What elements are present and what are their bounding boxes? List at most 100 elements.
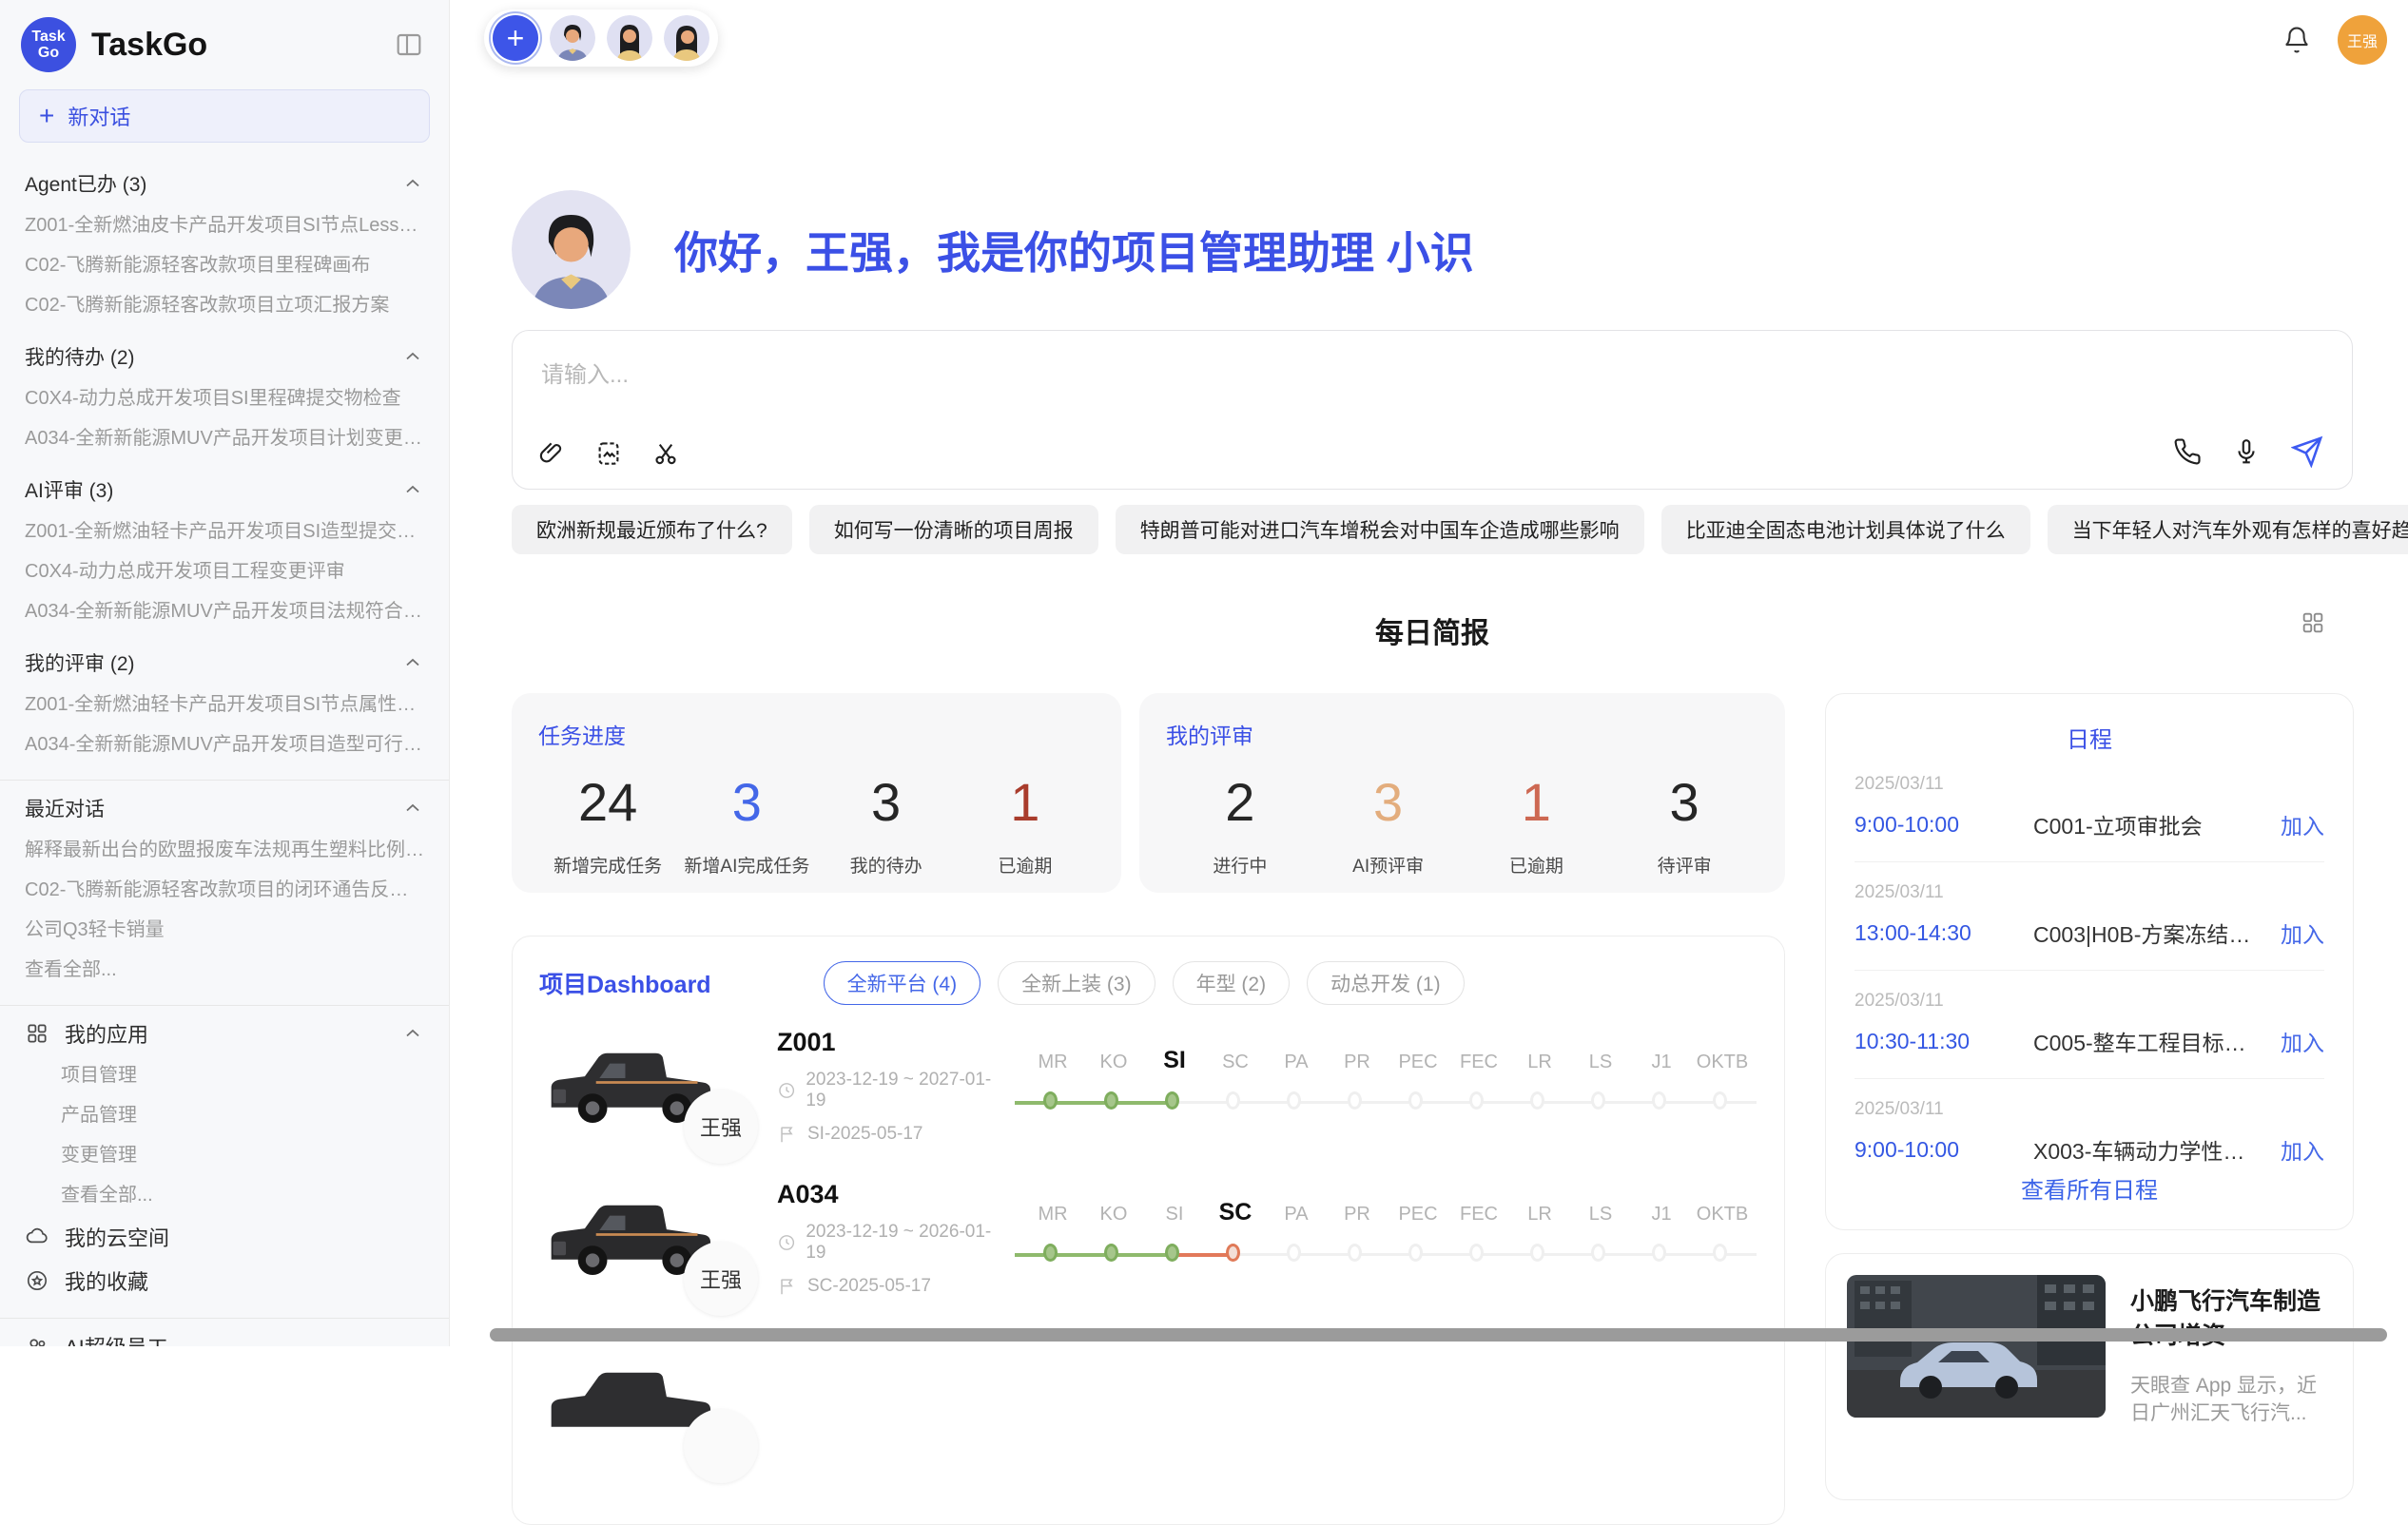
- news-subtitle: 天眼查 App 显示，近日广州汇天飞行汽...: [2130, 1372, 2332, 1428]
- logo-text-bottom: Go: [38, 45, 59, 61]
- voice-call-button[interactable]: [2173, 437, 2202, 466]
- list-item[interactable]: Z001-全新燃油皮卡产品开发项目SI节点Lesson Learn报告: [0, 205, 449, 245]
- list-item[interactable]: Z001-全新燃油轻卡产品开发项目SI节点属性5D文件评审: [0, 685, 449, 724]
- attach-button[interactable]: [537, 439, 566, 468]
- suggestion-chip[interactable]: 欧洲新规最近颁布了什么?: [512, 505, 792, 554]
- news-card[interactable]: 小鹏飞行汽车制造公司增资 天眼查 App 显示，近日广州汇天飞行汽...: [1825, 1253, 2354, 1500]
- view-all-chats[interactable]: 查看全部...: [0, 950, 449, 990]
- project-flag-milestone: SC-2025-05-17: [777, 1276, 996, 1297]
- project-row[interactable]: 王强 A034 2023-12-19 ~ 2026-01-19 SC-2025-…: [539, 1167, 1757, 1309]
- schedule-item: 2025/03/11 10:30-11:30 C005-整车工程目标评审 加入: [1855, 970, 2324, 1078]
- milestone-node: [1287, 1091, 1301, 1110]
- list-item[interactable]: C02-飞腾新能源轻客改款项目的闭环通告反馈情况: [0, 870, 449, 910]
- image-upload-button[interactable]: [594, 439, 623, 468]
- milestone-node: [1104, 1091, 1118, 1110]
- sidebar-item-cloud-space[interactable]: 我的云空间: [0, 1215, 449, 1259]
- stat-in-progress: 2 进行中: [1166, 771, 1314, 878]
- input-toolbar-right: [2173, 435, 2323, 468]
- schedule-title: 日程: [1855, 721, 2324, 754]
- horizontal-scrollbar[interactable]: [490, 1328, 2387, 1342]
- section-title: AI评审 (3): [25, 475, 113, 504]
- milestone-node: [1530, 1091, 1544, 1110]
- project-vehicle-image: [539, 1350, 720, 1460]
- suggestion-chip[interactable]: 比亚迪全固态电池计划具体说了什么: [1661, 505, 2030, 554]
- filter-new-platform[interactable]: 全新平台 (4): [824, 961, 981, 1005]
- cloud-space-label: 我的云空间: [65, 1222, 169, 1252]
- sidebar-item-product-mgmt[interactable]: 产品管理: [0, 1095, 449, 1135]
- filter-new-body[interactable]: 全新上装 (3): [998, 961, 1155, 1005]
- sidebar-item-ai-super-staff[interactable]: AI超级员工: [0, 1324, 449, 1346]
- join-meeting-link[interactable]: 加入: [2281, 808, 2324, 840]
- suggestion-chip[interactable]: 如何写一份清晰的项目周报: [809, 505, 1098, 554]
- milestone-node: [1591, 1091, 1605, 1110]
- input-placeholder: 请输入...: [541, 356, 2323, 389]
- suggestion-chip[interactable]: 当下年轻人对汽车外观有怎样的喜好趋势: [2048, 505, 2408, 554]
- project-row[interactable]: 王强 Z001 2023-12-19 ~ 2027-01-19 SI-2025-…: [539, 1014, 1757, 1157]
- milestone-node: [1408, 1244, 1423, 1262]
- list-item[interactable]: C02-飞腾新能源轻客改款项目立项汇报方案: [0, 285, 449, 325]
- sidebar-item-favorites[interactable]: 我的收藏: [0, 1259, 449, 1303]
- stat-value: 3: [817, 771, 956, 833]
- phone-icon: [2173, 437, 2202, 466]
- filter-powertrain[interactable]: 动总开发 (1): [1307, 961, 1465, 1005]
- schedule-meeting-title: C005-整车工程目标评审: [2033, 1025, 2265, 1057]
- filter-model-year[interactable]: 年型 (2): [1173, 961, 1291, 1005]
- sidebar-item-change-mgmt[interactable]: 变更管理: [0, 1135, 449, 1175]
- list-item[interactable]: A034-全新新能源MUV产品开发项目造型可行性评审: [0, 724, 449, 764]
- sidebar-item-my-apps[interactable]: 我的应用: [0, 1012, 449, 1055]
- stat-value: 3: [1610, 771, 1758, 833]
- chevron-up-icon: [401, 478, 424, 501]
- join-meeting-link[interactable]: 加入: [2281, 1133, 2324, 1166]
- section-my-review[interactable]: 我的评审 (2): [0, 641, 449, 685]
- microphone-button[interactable]: [2232, 437, 2261, 466]
- list-item[interactable]: C02-飞腾新能源轻客改款项目里程碑画布: [0, 245, 449, 285]
- list-item[interactable]: 公司Q3轻卡销量: [0, 910, 449, 950]
- sidebar-item-project-mgmt[interactable]: 项目管理: [0, 1055, 449, 1095]
- project-dates: 2023-12-19 ~ 2027-01-19: [777, 1070, 996, 1111]
- news-image: [1847, 1275, 2106, 1418]
- list-item[interactable]: C0X4-动力总成开发项目SI里程碑提交物检查: [0, 378, 449, 418]
- stat-value: 3: [677, 771, 816, 833]
- schedule-date: 2025/03/11: [1855, 991, 2324, 1012]
- section-agent-done[interactable]: Agent已办 (3): [0, 162, 449, 205]
- send-button[interactable]: [2291, 435, 2323, 468]
- project-flag-label: SC-2025-05-17: [807, 1276, 931, 1297]
- chat-input[interactable]: 请输入...: [512, 330, 2353, 490]
- briefing-layout-button[interactable]: [2300, 609, 2326, 636]
- dashboard-header: 项目Dashboard 全新平台 (4) 全新上装 (3) 年型 (2) 动总开…: [539, 961, 1757, 1005]
- card-title: 任务进度: [538, 718, 1095, 750]
- chevron-up-icon: [401, 1022, 424, 1045]
- project-row[interactable]: [539, 1334, 1757, 1477]
- join-meeting-link[interactable]: 加入: [2281, 917, 2324, 949]
- section-ai-review[interactable]: AI评审 (3): [0, 468, 449, 512]
- new-chat-button[interactable]: + 新对话: [19, 89, 430, 143]
- schedule-time: 13:00-14:30: [1855, 920, 2033, 946]
- star-circle-icon: [25, 1268, 49, 1293]
- milestone-node: [1104, 1244, 1118, 1262]
- list-item[interactable]: A034-全新新能源MUV产品开发项目法规符合性评审: [0, 591, 449, 631]
- section-my-todo[interactable]: 我的待办 (2): [0, 335, 449, 378]
- milestone-label: OKTB: [1680, 1204, 1765, 1226]
- view-all-apps[interactable]: 查看全部...: [0, 1175, 449, 1215]
- milestone-node: [1287, 1244, 1301, 1262]
- microphone-icon: [2232, 437, 2261, 466]
- list-item[interactable]: A034-全新新能源MUV产品开发项目计划变更表编写: [0, 418, 449, 458]
- section-recent-chats[interactable]: 最近对话: [0, 786, 449, 830]
- view-all-schedule-link[interactable]: 查看所有日程: [1826, 1171, 2353, 1205]
- list-item[interactable]: C0X4-动力总成开发项目工程变更评审: [0, 551, 449, 591]
- suggestion-chip[interactable]: 特朗普可能对进口汽车增税会对中国车企造成哪些影响: [1116, 505, 1644, 554]
- app-title: TaskGo: [91, 27, 390, 64]
- list-item[interactable]: 解释最新出台的欧盟报废车法规再生塑料比例被调至15%...: [0, 830, 449, 870]
- cloud-icon: [25, 1225, 49, 1249]
- daily-briefing-title: 每日简报: [512, 609, 2353, 651]
- clock-icon: [777, 1080, 796, 1101]
- screenshot-button[interactable]: [651, 439, 680, 468]
- stat-my-todo: 3 我的待办: [817, 771, 956, 878]
- list-item[interactable]: Z001-全新燃油轻卡产品开发项目SI造型提交物评审: [0, 512, 449, 551]
- join-meeting-link[interactable]: 加入: [2281, 1025, 2324, 1057]
- sidebar-collapse-button[interactable]: [390, 26, 428, 64]
- milestone-node-overdue: [1226, 1244, 1240, 1262]
- milestone-node: [1530, 1244, 1544, 1262]
- stat-review-overdue: 1 已逾期: [1463, 771, 1611, 878]
- stat-value: 1: [1463, 771, 1611, 833]
